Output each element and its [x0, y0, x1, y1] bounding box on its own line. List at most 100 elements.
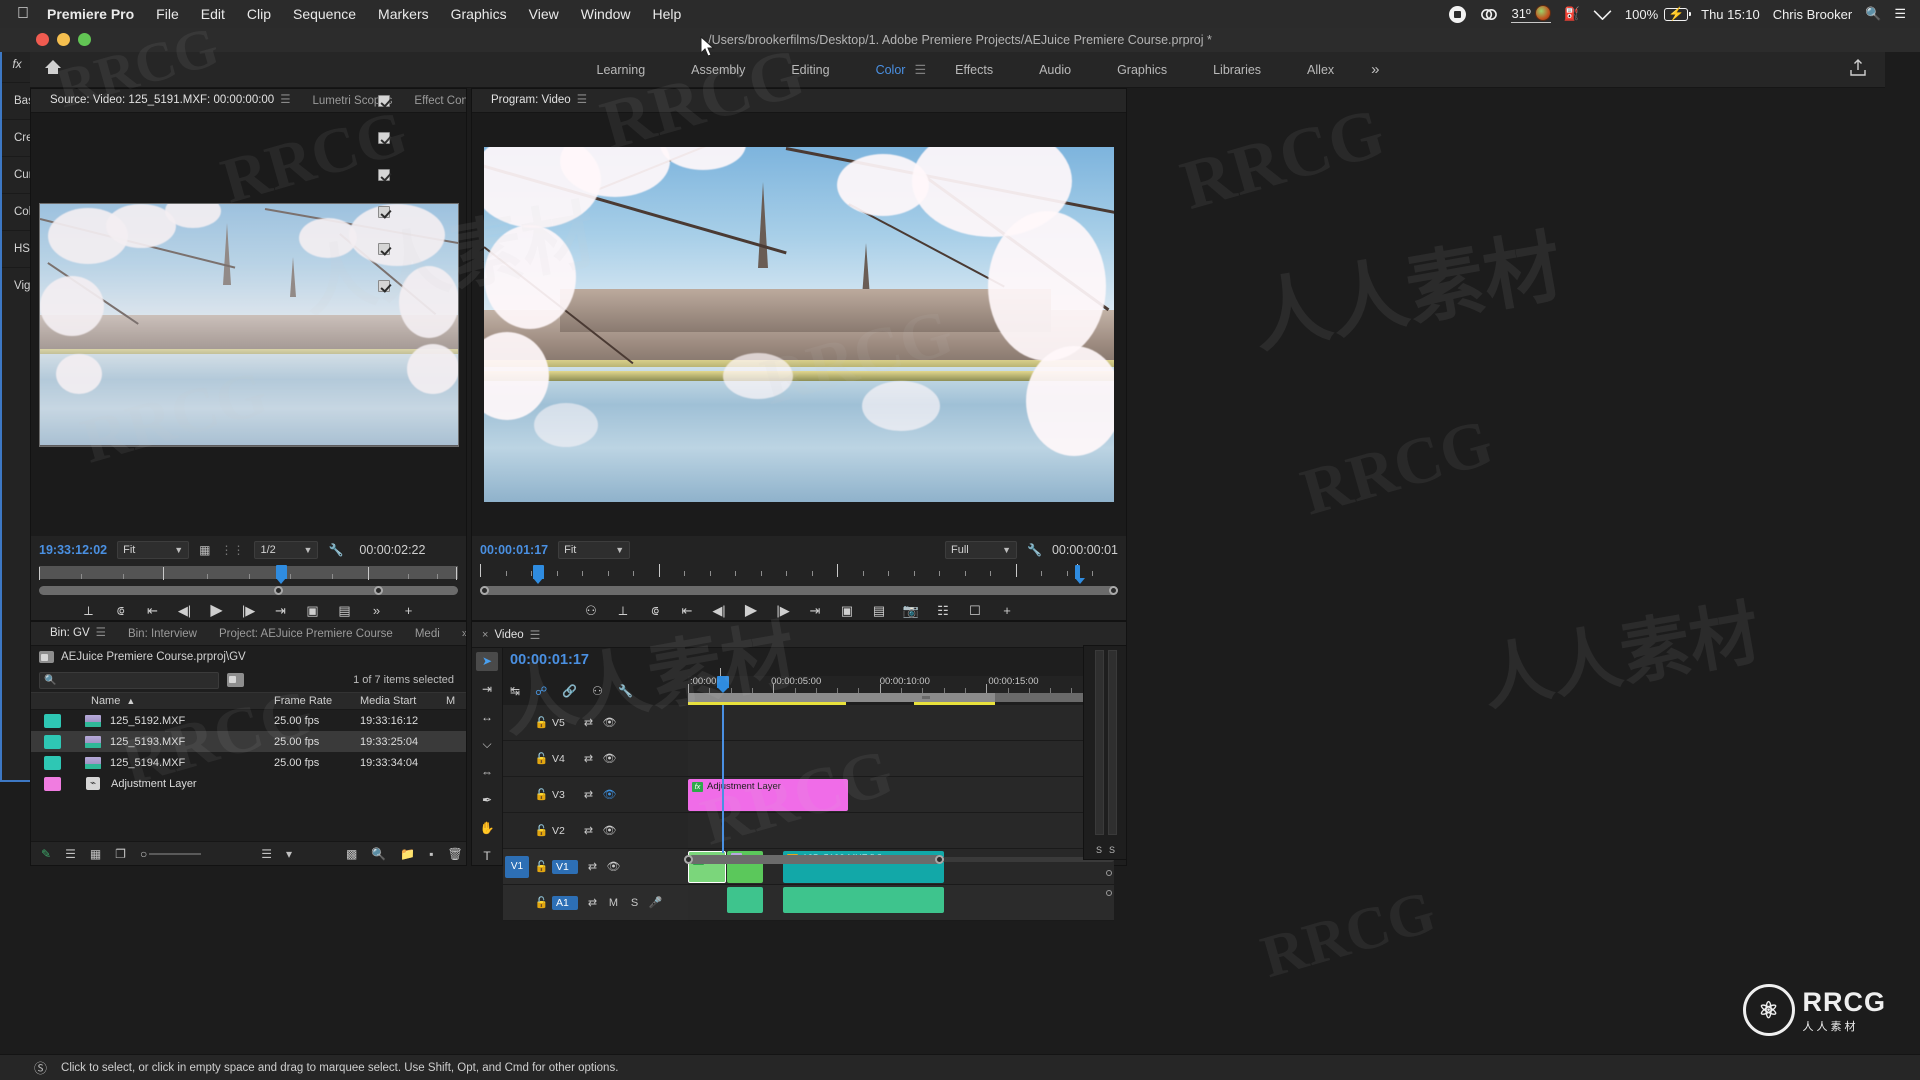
panel-menu-icon[interactable]: ☰ [280, 94, 290, 106]
menu-file[interactable]: File [145, 0, 190, 28]
add-marker-icon[interactable]: ⟂ [80, 602, 98, 620]
program-current-timecode[interactable]: 00:00:01:17 [480, 543, 548, 557]
sync-lock-icon[interactable]: ⇄ [578, 824, 599, 837]
track-header-v4[interactable]: 🔓 V4 ⇄ 👁 [503, 741, 688, 777]
program-playhead[interactable] [532, 565, 544, 584]
timeline-title[interactable]: Video [494, 629, 523, 641]
clock-label[interactable]: Thu 15:10 [1701, 7, 1760, 22]
workspace-tab-libraries[interactable]: Libraries [1190, 52, 1284, 88]
menu-help[interactable]: Help [642, 0, 693, 28]
track-header-v2[interactable]: 🔓 V2 ⇄ 👁 [503, 813, 688, 849]
play-icon[interactable]: ▶ [742, 602, 760, 620]
workspace-tab-learning[interactable]: Learning [574, 52, 669, 88]
sync-lock-icon[interactable]: ⇄ [578, 788, 599, 801]
lumetri-section-checkbox[interactable] [378, 95, 390, 107]
workspace-tab-audio[interactable]: Audio [1016, 52, 1094, 88]
selection-tool-icon[interactable]: ➤ [476, 652, 498, 671]
tab-bin-interview[interactable]: Bin: Interview [117, 622, 208, 645]
slip-tool-icon[interactable]: ⇔ [476, 763, 498, 782]
track-target-v2[interactable] [505, 820, 529, 842]
source-playhead[interactable] [275, 565, 287, 584]
overwrite-icon[interactable]: ▤ [336, 602, 354, 620]
workspace-tab-graphics[interactable]: Graphics [1094, 52, 1190, 88]
pen-tool-icon[interactable]: ✒ [476, 791, 498, 810]
eye-icon[interactable]: 👁 [599, 824, 620, 837]
tab-source-video[interactable]: Source: Video: 125_5191.MXF: 00:00:00:00… [39, 89, 302, 112]
find-bin-icon[interactable] [227, 673, 244, 687]
track-header-v3[interactable]: 🔓 V3 ⇄ 👁 [503, 777, 688, 813]
wifi-icon[interactable] [1593, 8, 1612, 21]
track-select-forward-icon[interactable]: ⇥ [476, 680, 498, 699]
go-to-out-icon[interactable]: ⇥ [806, 602, 824, 620]
timeline-clip-audio-b[interactable] [783, 887, 945, 913]
track-lane-v3[interactable]: fx Adjustment Layer [688, 777, 1114, 813]
folder-icon[interactable] [39, 651, 54, 663]
sync-lock-icon[interactable]: ⇄ [578, 716, 599, 729]
workspace-menu-icon[interactable]: ☰ [914, 62, 926, 78]
mute-button[interactable]: M [603, 897, 624, 909]
workspace-tab-effects[interactable]: Effects [932, 52, 1016, 88]
menu-view[interactable]: View [518, 0, 570, 28]
list-view-icon[interactable]: ☰ [65, 847, 76, 861]
source-fit-dropdown[interactable]: Fit ▼ [117, 541, 190, 559]
comparison-view-icon[interactable]: ☷ [934, 602, 952, 620]
program-monitor-viewport[interactable] [472, 113, 1126, 536]
go-to-in-icon[interactable]: ⇤ [144, 602, 162, 620]
tab-effect-controls[interactable]: Effect Controls [403, 89, 466, 112]
program-scrubber[interactable] [480, 564, 1118, 584]
insert-overwrite-icon[interactable]: ↹ [510, 684, 520, 698]
zoom-slider[interactable]: ○ [140, 847, 202, 861]
menu-clip[interactable]: Clip [236, 0, 282, 28]
source-scrubber[interactable] [39, 564, 458, 584]
unlock-icon[interactable]: 🔓 [531, 716, 552, 729]
timeline-track-area[interactable]: fxAdjustment Layer fx125_ fx fx125_5193.… [688, 705, 1114, 921]
lumetri-section-checkbox[interactable] [378, 243, 390, 255]
track-header-v5[interactable]: 🔓 V5 ⇄ 👁 [503, 705, 688, 741]
track-height-handle-a1[interactable] [1106, 870, 1112, 876]
freeform-view-icon[interactable]: ❐ [115, 847, 126, 861]
close-window-button[interactable] [36, 33, 49, 46]
wrench-icon[interactable]: 🔧 [1027, 543, 1042, 557]
column-header-frame-rate[interactable]: Frame Rate [274, 695, 360, 707]
screen-record-icon[interactable] [1449, 5, 1467, 23]
menu-edit[interactable]: Edit [190, 0, 236, 28]
panel-menu-icon[interactable]: ☰ [530, 628, 541, 642]
source-settings-grid-icon[interactable]: ▦ [199, 543, 210, 557]
tab-project-aejuice[interactable]: Project: AEJuice Premiere Course [208, 622, 404, 645]
track-target-v4[interactable] [505, 748, 529, 770]
program-fit-dropdown[interactable]: Fit ▼ [558, 541, 631, 559]
track-lane-a1[interactable] [688, 885, 1114, 921]
workspace-tab-allex[interactable]: Allex [1284, 52, 1357, 88]
pen-icon[interactable]: ✎ [41, 847, 51, 861]
eye-icon[interactable]: 👁 [599, 752, 620, 765]
timeline-clip-audio-a[interactable] [727, 887, 764, 913]
type-tool-icon[interactable]: T [476, 846, 498, 865]
audio-meter-right-label[interactable]: S [1109, 845, 1115, 855]
chevron-double-right-icon[interactable]: » [451, 622, 466, 645]
source-duration-timecode[interactable]: 00:00:02:22 [359, 543, 425, 557]
marker-icon[interactable]: ⚇ [592, 684, 603, 698]
track-header-v1[interactable]: V1 🔓 V1 ⇄ 👁 [503, 849, 688, 885]
eye-icon[interactable]: 👁 [599, 716, 620, 729]
track-lane-v4[interactable] [688, 741, 1114, 777]
track-target-v1[interactable]: V1 [505, 855, 529, 878]
chevron-double-right-icon[interactable]: » [368, 602, 386, 620]
mark-out-icon[interactable]: ⟃ [646, 602, 664, 620]
workspace-tab-editing[interactable]: Editing [768, 52, 852, 88]
program-zoom-knob-right[interactable] [1109, 586, 1118, 595]
source-current-timecode[interactable]: 19:33:12:02 [39, 543, 107, 557]
search-icon[interactable]: 🔍 [1865, 6, 1881, 22]
go-to-in-icon[interactable]: ⇤ [678, 602, 696, 620]
source-resolution-dropdown[interactable]: 1/2 ▼ [254, 541, 319, 559]
search-input-wrapper[interactable]: 🔍 [39, 671, 219, 689]
track-target-v5[interactable] [505, 712, 529, 734]
ripple-edit-icon[interactable]: ↔ [476, 708, 498, 727]
go-to-out-icon[interactable]: ⇥ [272, 602, 290, 620]
user-name-label[interactable]: Chris Brooker [1773, 7, 1852, 22]
audio-meter-left-label[interactable]: S [1096, 845, 1102, 855]
track-target-v3[interactable] [505, 784, 529, 806]
workspace-tab-assembly[interactable]: Assembly [668, 52, 768, 88]
eye-off-icon[interactable]: 👁 [599, 788, 620, 801]
sync-lock-icon[interactable]: ⇄ [582, 860, 603, 873]
button-editor-icon[interactable]: + [400, 602, 418, 620]
